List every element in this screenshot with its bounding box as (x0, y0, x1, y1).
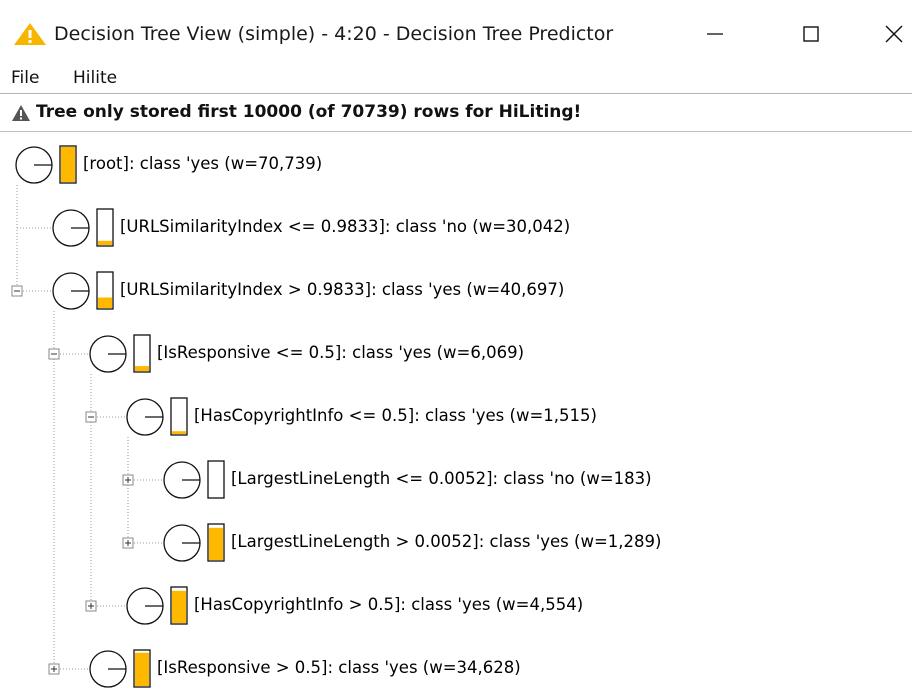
expand-toggle-icon[interactable] (122, 537, 134, 549)
tree-node-label[interactable]: [root]: class 'yes (w=70,739) (83, 154, 322, 174)
node-coverage-bar (207, 523, 225, 562)
node-pie-icon (89, 335, 127, 373)
tree-node-label[interactable]: [IsResponsive > 0.5]: class 'yes (w=34,6… (157, 658, 521, 678)
tree-node-label[interactable]: [LargestLineLength <= 0.0052]: class 'no… (231, 469, 652, 489)
node-coverage-bar (133, 334, 151, 373)
tree-node-copy-le[interactable] (85, 397, 188, 436)
tree-node-label[interactable]: [URLSimilarityIndex <= 0.9833]: class 'n… (120, 217, 570, 237)
node-pie-icon (163, 524, 201, 562)
node-pie-icon (126, 587, 164, 625)
tree-node-root[interactable] (15, 145, 77, 184)
node-coverage-bar (59, 145, 77, 184)
node-pie-icon (52, 209, 90, 247)
bar-fill (172, 590, 186, 623)
bar-fill (61, 147, 75, 182)
tree-node-lll-gt[interactable] (122, 523, 225, 562)
decision-tree-window: Decision Tree View (simple) - 4:20 - Dec… (0, 0, 912, 693)
bar-frame (170, 397, 188, 436)
bar-fill (98, 240, 112, 245)
tree-node-url-gt[interactable] (11, 271, 114, 310)
bar-fill (209, 527, 223, 560)
tree-node-resp-gt[interactable] (48, 649, 151, 688)
tree-node-label[interactable]: [HasCopyrightInfo > 0.5]: class 'yes (w=… (194, 595, 583, 615)
expand-toggle-icon[interactable] (122, 474, 134, 486)
tree-node-url-le[interactable] (17, 208, 114, 247)
tree-node-label[interactable]: [HasCopyrightInfo <= 0.5]: class 'yes (w… (194, 406, 597, 426)
node-pie-icon (163, 461, 201, 499)
node-pie-icon (126, 398, 164, 436)
node-pie-icon (52, 272, 90, 310)
collapse-toggle-icon[interactable] (85, 411, 97, 423)
bar-frame (207, 460, 225, 499)
tree-node-label[interactable]: [LargestLineLength > 0.0052]: class 'yes… (231, 532, 661, 552)
node-coverage-bar (170, 586, 188, 625)
expand-toggle-icon[interactable] (48, 663, 60, 675)
collapse-toggle-icon[interactable] (48, 348, 60, 360)
bar-fill (135, 652, 149, 686)
bar-fill (172, 431, 186, 434)
tree-node-label[interactable]: [URLSimilarityIndex > 0.9833]: class 'ye… (120, 280, 564, 300)
bar-fill (135, 366, 149, 371)
node-coverage-bar (96, 208, 114, 247)
tree-node-resp-le[interactable] (48, 334, 151, 373)
bar-frame (96, 208, 114, 247)
tree-node-copy-gt[interactable] (85, 586, 188, 625)
expand-toggle-icon[interactable] (85, 600, 97, 612)
node-coverage-bar (207, 460, 225, 499)
tree-node-lll-le[interactable] (122, 460, 225, 499)
bar-fill (98, 297, 112, 308)
collapse-toggle-icon[interactable] (11, 285, 23, 297)
tree-node-label[interactable]: [IsResponsive <= 0.5]: class 'yes (w=6,0… (157, 343, 524, 363)
node-coverage-bar (170, 397, 188, 436)
node-pie-icon (89, 650, 127, 688)
node-coverage-bar (96, 271, 114, 310)
node-coverage-bar (133, 649, 151, 688)
node-pie-icon (15, 146, 53, 184)
